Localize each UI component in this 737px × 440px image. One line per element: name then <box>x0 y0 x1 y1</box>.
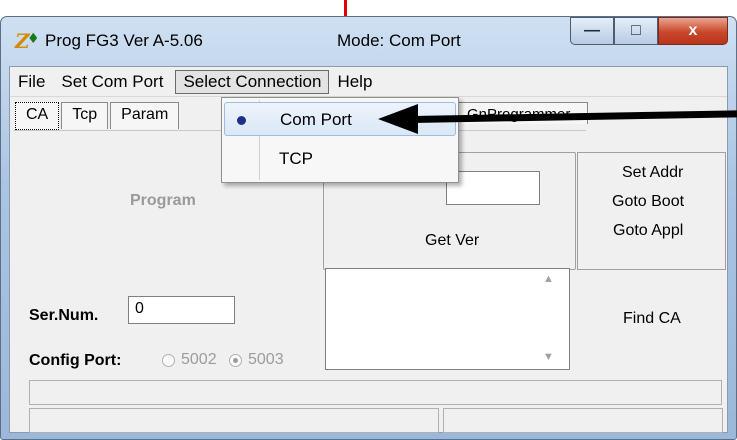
tab-tcp[interactable]: Tcp <box>61 102 109 129</box>
status-pane-right <box>443 408 723 433</box>
program-button[interactable]: Program <box>130 192 196 210</box>
set-addr-button[interactable]: Set Addr <box>622 164 683 182</box>
sernum-input[interactable]: 0 <box>128 296 235 324</box>
config-port-label: Config Port: <box>29 352 122 369</box>
app-logo-icon: Z ♦ <box>15 29 40 53</box>
menu-help[interactable]: Help <box>329 70 380 94</box>
sernum-label: Ser.Num. <box>29 307 99 324</box>
maximize-icon: □ <box>631 22 641 39</box>
window-controls: — □ x <box>570 17 728 45</box>
version-input[interactable] <box>446 171 540 205</box>
port-5003-label: 5003 <box>248 351 284 368</box>
status-pane-left <box>29 408 439 433</box>
minimize-button[interactable]: — <box>570 17 614 45</box>
mode-indicator: Mode: Com Port <box>337 31 461 50</box>
window-title: Prog FG3 Ver A-5.06 <box>45 31 203 50</box>
title-bar[interactable]: Z ♦ Prog FG3 Ver A-5.06 Mode: Com Port — … <box>1 17 736 65</box>
menu-item-tcp[interactable]: TCP <box>224 142 456 176</box>
goto-boot-button[interactable]: Goto Boot <box>612 193 684 211</box>
tab-ca[interactable]: CA <box>15 102 60 130</box>
port-5003-radio[interactable] <box>229 354 242 367</box>
scroll-down-icon[interactable]: ▼ <box>543 351 554 363</box>
radio-selected-icon <box>237 116 246 125</box>
black-annotation-arrow-head <box>378 104 418 134</box>
app-window: Z ♦ Prog FG3 Ver A-5.06 Mode: Com Port — … <box>0 16 737 440</box>
close-button[interactable]: x <box>658 17 728 45</box>
menu-bar: File Set Com Port Select Connection Help <box>10 67 727 97</box>
menu-item-label: Com Port <box>280 110 352 129</box>
goto-appl-button[interactable]: Goto Appl <box>613 222 683 240</box>
progress-bar <box>29 380 722 405</box>
minimize-icon: — <box>584 22 600 39</box>
port-5002-radio[interactable] <box>162 354 175 367</box>
tab-strip: CA Tcp Param <box>15 102 181 130</box>
tab-param[interactable]: Param <box>110 102 180 129</box>
port-5002-label: 5002 <box>181 351 217 368</box>
output-textarea[interactable] <box>325 268 570 370</box>
select-connection-dropdown: Com Port TCP <box>221 97 459 183</box>
maximize-button[interactable]: □ <box>614 17 658 45</box>
menu-select-connection[interactable]: Select Connection <box>175 69 330 94</box>
menu-file[interactable]: File <box>10 70 53 94</box>
close-icon: x <box>688 22 698 39</box>
find-ca-button[interactable]: Find CA <box>623 310 681 328</box>
scroll-up-icon[interactable]: ▲ <box>543 273 554 285</box>
get-ver-button[interactable]: Get Ver <box>425 232 479 250</box>
menu-set-com-port[interactable]: Set Com Port <box>53 70 171 94</box>
menu-item-label: TCP <box>279 149 313 168</box>
